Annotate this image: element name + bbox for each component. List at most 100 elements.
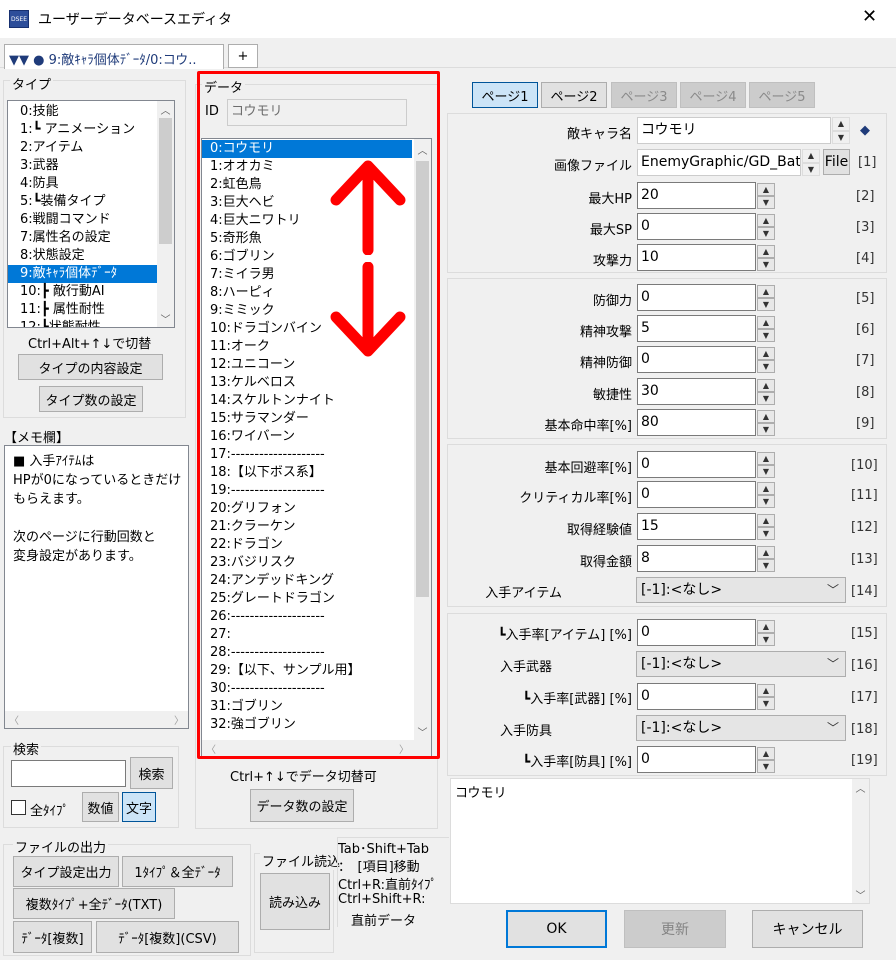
stat-value-field[interactable]: 80 xyxy=(637,409,756,436)
image-file-field[interactable]: EnemyGraphic/GD_Bat xyxy=(637,149,801,176)
stat-spinner[interactable]: ▲ ▼ xyxy=(757,316,775,342)
drop-armor-select[interactable]: [-1]:<なし> ﹀ xyxy=(636,715,846,741)
armor-rate-field[interactable]: 0 xyxy=(637,746,756,773)
enemy-name-field[interactable]: コウモリ xyxy=(637,117,831,144)
spin-up-icon[interactable]: ▲ xyxy=(757,379,775,392)
spin-up-icon[interactable]: ▲ xyxy=(802,149,820,163)
data-count-button[interactable]: データ数の設定 xyxy=(250,789,354,822)
scroll-down-icon[interactable]: ﹀ xyxy=(157,310,174,327)
type-count-button[interactable]: タイプ数の設定 xyxy=(39,386,143,412)
spin-down-icon[interactable]: ▼ xyxy=(757,227,775,240)
spin-down-icon[interactable]: ▼ xyxy=(757,392,775,405)
page-tab[interactable]: ページ3 xyxy=(611,82,677,108)
stat-value-field[interactable]: 0 xyxy=(637,213,756,240)
type-list-item[interactable]: 5:┗装備タイプ xyxy=(8,193,159,211)
stat-spinner[interactable]: ▲ ▼ xyxy=(757,245,775,271)
type-list-item[interactable]: 3:武器 xyxy=(8,157,159,175)
search-button[interactable]: 検索 xyxy=(130,757,173,789)
item-rate-spinner[interactable]: ▲ ▼ xyxy=(757,620,775,646)
type-list-item[interactable]: 8:状態設定 xyxy=(8,247,159,265)
type-setting-output-button[interactable]: タイプ設定出力 xyxy=(13,856,119,887)
spin-up-icon[interactable]: ▲ xyxy=(757,620,775,633)
stat-value-field[interactable]: 0 xyxy=(637,481,756,508)
stat-value-field[interactable]: 5 xyxy=(637,315,756,342)
item-rate-field[interactable]: 0 xyxy=(637,619,756,646)
enemy-name-spinner[interactable]: ▲ ▼ xyxy=(832,117,850,144)
tab-active[interactable]: ▼▼ ● 9:敵ｷｬﾗ個体ﾃﾞｰﾀ/0:コウ.. xyxy=(4,44,224,69)
spin-down-icon[interactable]: ▼ xyxy=(757,329,775,342)
stat-spinner[interactable]: ▲ ▼ xyxy=(757,514,775,540)
type-list-item[interactable]: 1:┗ アニメーション xyxy=(8,121,159,139)
type-list-item[interactable]: 4:防具 xyxy=(8,175,159,193)
spin-up-icon[interactable]: ▲ xyxy=(757,285,775,298)
spin-up-icon[interactable]: ▲ xyxy=(757,214,775,227)
scroll-down-icon[interactable]: ﹀ xyxy=(852,886,869,903)
scroll-thumb[interactable] xyxy=(159,118,172,244)
stat-spinner[interactable]: ▲ ▼ xyxy=(757,285,775,311)
memo-hscrollbar[interactable]: 〈 〉 xyxy=(5,711,188,728)
note-scrollbar[interactable]: ︿ ﹀ xyxy=(852,779,869,903)
memo-box[interactable]: ■ 入手ｱｲﾃﾑは HPが0になっているときだけ もらえます。 次のページに行動回数と… xyxy=(4,445,189,729)
spin-up-icon[interactable]: ▲ xyxy=(757,347,775,360)
ok-button[interactable]: OK xyxy=(506,910,607,948)
drop-item-select[interactable]: [-1]:<なし> ﹀ xyxy=(636,577,846,603)
spin-down-icon[interactable]: ▼ xyxy=(757,633,775,646)
stat-value-field[interactable]: 15 xyxy=(637,513,756,540)
weapon-rate-field[interactable]: 0 xyxy=(637,683,756,710)
stat-value-field[interactable]: 0 xyxy=(637,451,756,478)
data-multi-button[interactable]: ﾃﾞｰﾀ[複数] xyxy=(13,921,92,953)
spin-down-icon[interactable]: ▼ xyxy=(757,495,775,508)
stat-spinner[interactable]: ▲ ▼ xyxy=(757,452,775,478)
mode-text-toggle[interactable]: 文字 xyxy=(122,792,156,822)
scroll-left-icon[interactable]: 〈 xyxy=(9,712,19,727)
spin-up-icon[interactable]: ▲ xyxy=(757,183,775,196)
stat-spinner[interactable]: ▲ ▼ xyxy=(757,379,775,405)
stat-spinner[interactable]: ▲ ▼ xyxy=(757,183,775,209)
spin-up-icon[interactable]: ▲ xyxy=(832,117,850,131)
scroll-right-icon[interactable]: 〉 xyxy=(174,712,184,727)
type-list-item[interactable]: 10:┣ 敵行動AI xyxy=(8,283,159,301)
all-types-checkbox[interactable] xyxy=(11,800,26,815)
page-tab[interactable]: ページ2 xyxy=(541,82,607,108)
type-list-scrollbar[interactable]: ︿ ﹀ xyxy=(157,101,174,327)
type-list-item[interactable]: 12:┗状態耐性 xyxy=(8,319,159,327)
spin-up-icon[interactable]: ▲ xyxy=(757,410,775,423)
page-tab[interactable]: ページ5 xyxy=(749,82,815,108)
spin-up-icon[interactable]: ▲ xyxy=(757,316,775,329)
data-multi-csv-button[interactable]: ﾃﾞｰﾀ[複数](CSV) xyxy=(96,921,239,953)
type-list-item[interactable]: 11:┣ 属性耐性 xyxy=(8,301,159,319)
mode-number-toggle[interactable]: 数値 xyxy=(82,792,119,822)
spin-up-icon[interactable]: ▲ xyxy=(757,452,775,465)
spin-down-icon[interactable]: ▼ xyxy=(757,465,775,478)
stat-spinner[interactable]: ▲ ▼ xyxy=(757,214,775,240)
spin-down-icon[interactable]: ▼ xyxy=(757,697,775,710)
stat-value-field[interactable]: 0 xyxy=(637,284,756,311)
stat-spinner[interactable]: ▲ ▼ xyxy=(757,347,775,373)
spin-down-icon[interactable]: ▼ xyxy=(832,130,850,144)
file-browse-button[interactable]: File xyxy=(823,149,850,175)
multi-type-all-data-txt-button[interactable]: 複数ﾀｲﾌﾟ+全ﾃﾞｰﾀ(TXT) xyxy=(13,888,175,919)
stat-spinner[interactable]: ▲ ▼ xyxy=(757,410,775,436)
spin-up-icon[interactable]: ▲ xyxy=(757,482,775,495)
spin-down-icon[interactable]: ▼ xyxy=(757,360,775,373)
spin-down-icon[interactable]: ▼ xyxy=(757,527,775,540)
spin-up-icon[interactable]: ▲ xyxy=(757,514,775,527)
spin-down-icon[interactable]: ▼ xyxy=(757,760,775,773)
type-list-item[interactable]: 0:技能 xyxy=(8,103,159,121)
stat-value-field[interactable]: 20 xyxy=(637,182,756,209)
spin-down-icon[interactable]: ▼ xyxy=(802,162,820,176)
add-tab-button[interactable]: + xyxy=(228,44,258,68)
type-list-item[interactable]: 2:アイテム xyxy=(8,139,159,157)
stat-value-field[interactable]: 0 xyxy=(637,346,756,373)
spin-down-icon[interactable]: ▼ xyxy=(757,298,775,311)
type-list-item[interactable]: 9:敵ｷｬﾗ個体ﾃﾞｰﾀ xyxy=(8,265,159,283)
cancel-button[interactable]: キャンセル xyxy=(752,910,863,948)
scroll-up-icon[interactable]: ︿ xyxy=(157,101,174,118)
spin-down-icon[interactable]: ▼ xyxy=(757,559,775,572)
close-icon[interactable]: ✕ xyxy=(862,6,877,27)
spin-up-icon[interactable]: ▲ xyxy=(757,245,775,258)
stat-value-field[interactable]: 10 xyxy=(637,244,756,271)
weapon-rate-spinner[interactable]: ▲ ▼ xyxy=(757,684,775,710)
drop-weapon-select[interactable]: [-1]:<なし> ﹀ xyxy=(636,651,846,677)
type-list-item[interactable]: 6:戦闘コマンド xyxy=(8,211,159,229)
